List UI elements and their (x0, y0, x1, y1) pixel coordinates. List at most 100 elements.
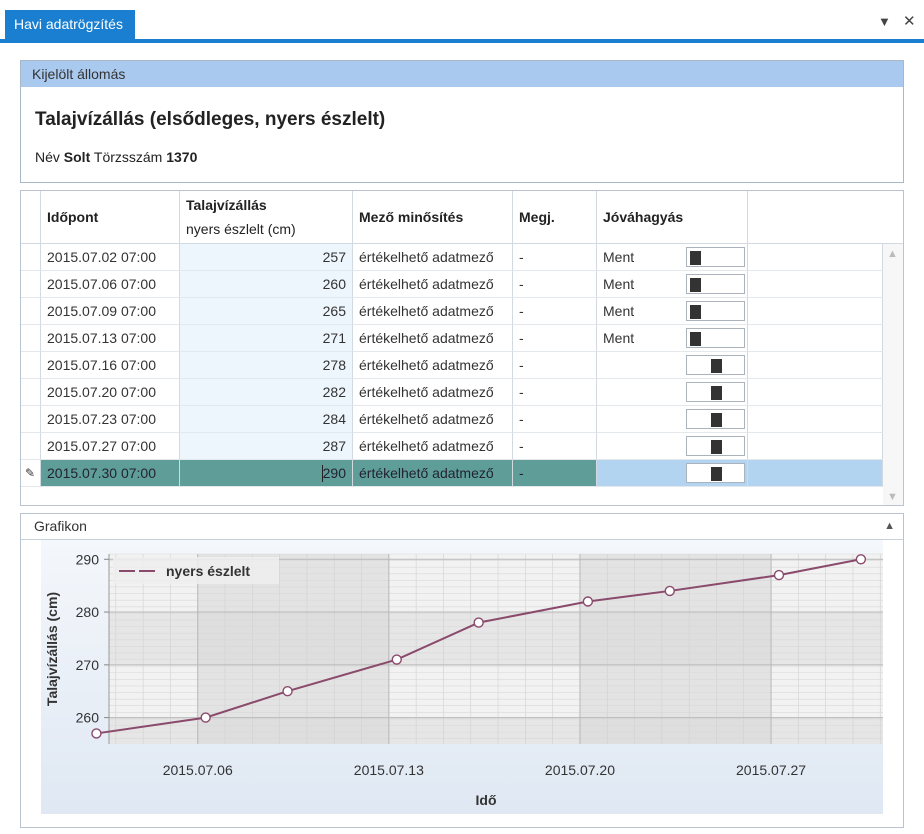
row-indicator[interactable] (21, 433, 41, 460)
cell-time[interactable]: 2015.07.09 07:00 (41, 298, 180, 325)
cell-time[interactable]: 2015.07.20 07:00 (41, 379, 180, 406)
cell-quality[interactable]: értékelhető adatmező (353, 352, 513, 379)
row-indicator[interactable] (21, 244, 41, 271)
row-indicator[interactable] (21, 298, 41, 325)
approval-toggle[interactable] (686, 274, 745, 294)
cell-value[interactable]: 290 (180, 460, 353, 487)
collapse-arrow-icon[interactable]: ▲ (884, 514, 895, 539)
cell-filler (748, 379, 883, 406)
row-indicator[interactable] (21, 379, 41, 406)
data-point (664, 585, 675, 597)
cell-value[interactable]: 284 (180, 406, 353, 433)
edit-pencil-icon: ✎ (25, 466, 36, 480)
x-axis-label: Idő (476, 792, 497, 808)
cell-value[interactable]: 265 (180, 298, 353, 325)
station-meta: Név Solt Törzsszám 1370 (35, 149, 197, 165)
dropdown-arrow-icon[interactable]: ▼ (878, 14, 891, 29)
cell-time[interactable]: 2015.07.02 07:00 (41, 244, 180, 271)
table-row[interactable]: 2015.07.27 07:00 287 értékelhető adatmező - (21, 433, 883, 460)
toggle-knob (711, 359, 722, 373)
id-value: 1370 (166, 149, 198, 165)
toggle-knob (711, 440, 722, 454)
approval-toggle[interactable] (686, 301, 745, 321)
cell-quality[interactable]: értékelhető adatmező (353, 379, 513, 406)
cell-value[interactable]: 278 (180, 352, 353, 379)
table-row[interactable]: 2015.07.02 07:00 257 értékelhető adatmező -… (21, 244, 883, 271)
table-row[interactable]: 2015.07.20 07:00 282 értékelhető adatmező - (21, 379, 883, 406)
cell-note[interactable]: - (513, 352, 597, 379)
y-axis-label: Talajvízállás (cm) (44, 592, 60, 706)
cell-note[interactable]: - (513, 433, 597, 460)
column-header-approval[interactable]: Jóváhagyás (597, 191, 748, 244)
vertical-scrollbar[interactable]: ▲ ▼ (883, 244, 903, 505)
cell-note[interactable]: - (513, 298, 597, 325)
cell-value[interactable]: 287 (180, 433, 353, 460)
cell-value[interactable]: 260 (180, 271, 353, 298)
cell-quality[interactable]: értékelhető adatmező (353, 325, 513, 352)
cell-value[interactable]: 271 (180, 325, 353, 352)
cell-filler (748, 244, 883, 271)
toggle-knob (711, 413, 722, 427)
table-row[interactable]: 2015.07.23 07:00 284 értékelhető adatmező - (21, 406, 883, 433)
scroll-down-icon[interactable]: ▼ (887, 491, 898, 503)
column-header-level[interactable]: Talajvízállás nyers észlelt (cm) (180, 191, 353, 244)
toggle-knob (690, 278, 701, 292)
column-header-quality[interactable]: Mező minősítés (353, 191, 513, 244)
cell-note[interactable]: - (513, 325, 597, 352)
close-icon[interactable]: ✕ (903, 12, 916, 30)
column-header-note[interactable]: Megj. (513, 191, 597, 244)
approval-toggle[interactable] (686, 463, 745, 483)
row-indicator-header (21, 191, 41, 244)
selected-station-panel: Kijelölt állomás Talajvízállás (elsődleg… (20, 60, 904, 183)
toggle-knob (711, 467, 722, 481)
cell-value[interactable]: 282 (180, 379, 353, 406)
row-indicator[interactable] (21, 271, 41, 298)
table-row[interactable]: 2015.07.16 07:00 278 értékelhető adatmező - (21, 352, 883, 379)
table-row[interactable]: 2015.07.09 07:00 265 értékelhető adatmező -… (21, 298, 883, 325)
table-row[interactable]: 2015.07.13 07:00 271 értékelhető adatmező -… (21, 325, 883, 352)
cell-note[interactable]: - (513, 460, 597, 487)
row-indicator[interactable] (21, 352, 41, 379)
cell-value[interactable]: 257 (180, 244, 353, 271)
approval-toggle[interactable] (686, 355, 745, 375)
y-tick-label: 280 (76, 604, 100, 620)
column-header-time[interactable]: Időpont (41, 191, 180, 244)
cell-quality[interactable]: értékelhető adatmező (353, 460, 513, 487)
station-title: Talajvízállás (elsődleges, nyers észlelt… (35, 109, 386, 130)
cell-quality[interactable]: értékelhető adatmező (353, 406, 513, 433)
cell-note[interactable]: - (513, 271, 597, 298)
cell-filler (748, 433, 883, 460)
row-indicator[interactable] (21, 406, 41, 433)
cell-time[interactable]: 2015.07.27 07:00 (41, 433, 180, 460)
approval-toggle[interactable] (686, 382, 745, 402)
cell-quality[interactable]: értékelhető adatmező (353, 298, 513, 325)
data-point (200, 712, 211, 723)
cell-time[interactable]: 2015.07.30 07:00 (41, 460, 180, 487)
chart-panel-header[interactable]: Grafikon ▲ (21, 514, 903, 540)
cell-time[interactable]: 2015.07.13 07:00 (41, 325, 180, 352)
data-point (582, 596, 594, 607)
legend-label: nyers észlelt (166, 563, 250, 579)
cell-time[interactable]: 2015.07.16 07:00 (41, 352, 180, 379)
row-indicator[interactable] (21, 325, 41, 352)
cell-quality[interactable]: értékelhető adatmező (353, 271, 513, 298)
cell-time[interactable]: 2015.07.23 07:00 (41, 406, 180, 433)
y-tick-label: 260 (76, 710, 100, 726)
row-indicator[interactable]: ✎ (21, 460, 41, 487)
scroll-up-icon[interactable]: ▲ (887, 248, 898, 260)
table-row[interactable]: ✎ 2015.07.30 07:00 290 értékelhető adatmező… (21, 460, 883, 487)
y-tick-label: 270 (76, 657, 100, 673)
approval-toggle[interactable] (686, 436, 745, 456)
cell-note[interactable]: - (513, 406, 597, 433)
cell-quality[interactable]: értékelhető adatmező (353, 244, 513, 271)
table-row[interactable]: 2015.07.06 07:00 260 értékelhető adatmező -… (21, 271, 883, 298)
cell-note[interactable]: - (513, 244, 597, 271)
cell-quality[interactable]: értékelhető adatmező (353, 433, 513, 460)
tab-havi-adatrogzites[interactable]: Havi adatrögzítés (5, 10, 135, 39)
approval-toggle[interactable] (686, 409, 745, 429)
cell-note[interactable]: - (513, 379, 597, 406)
approval-toggle[interactable] (686, 247, 745, 267)
approval-toggle[interactable] (686, 328, 745, 348)
cell-time[interactable]: 2015.07.06 07:00 (41, 271, 180, 298)
x-tick-label: 2015.07.06 (163, 762, 233, 778)
